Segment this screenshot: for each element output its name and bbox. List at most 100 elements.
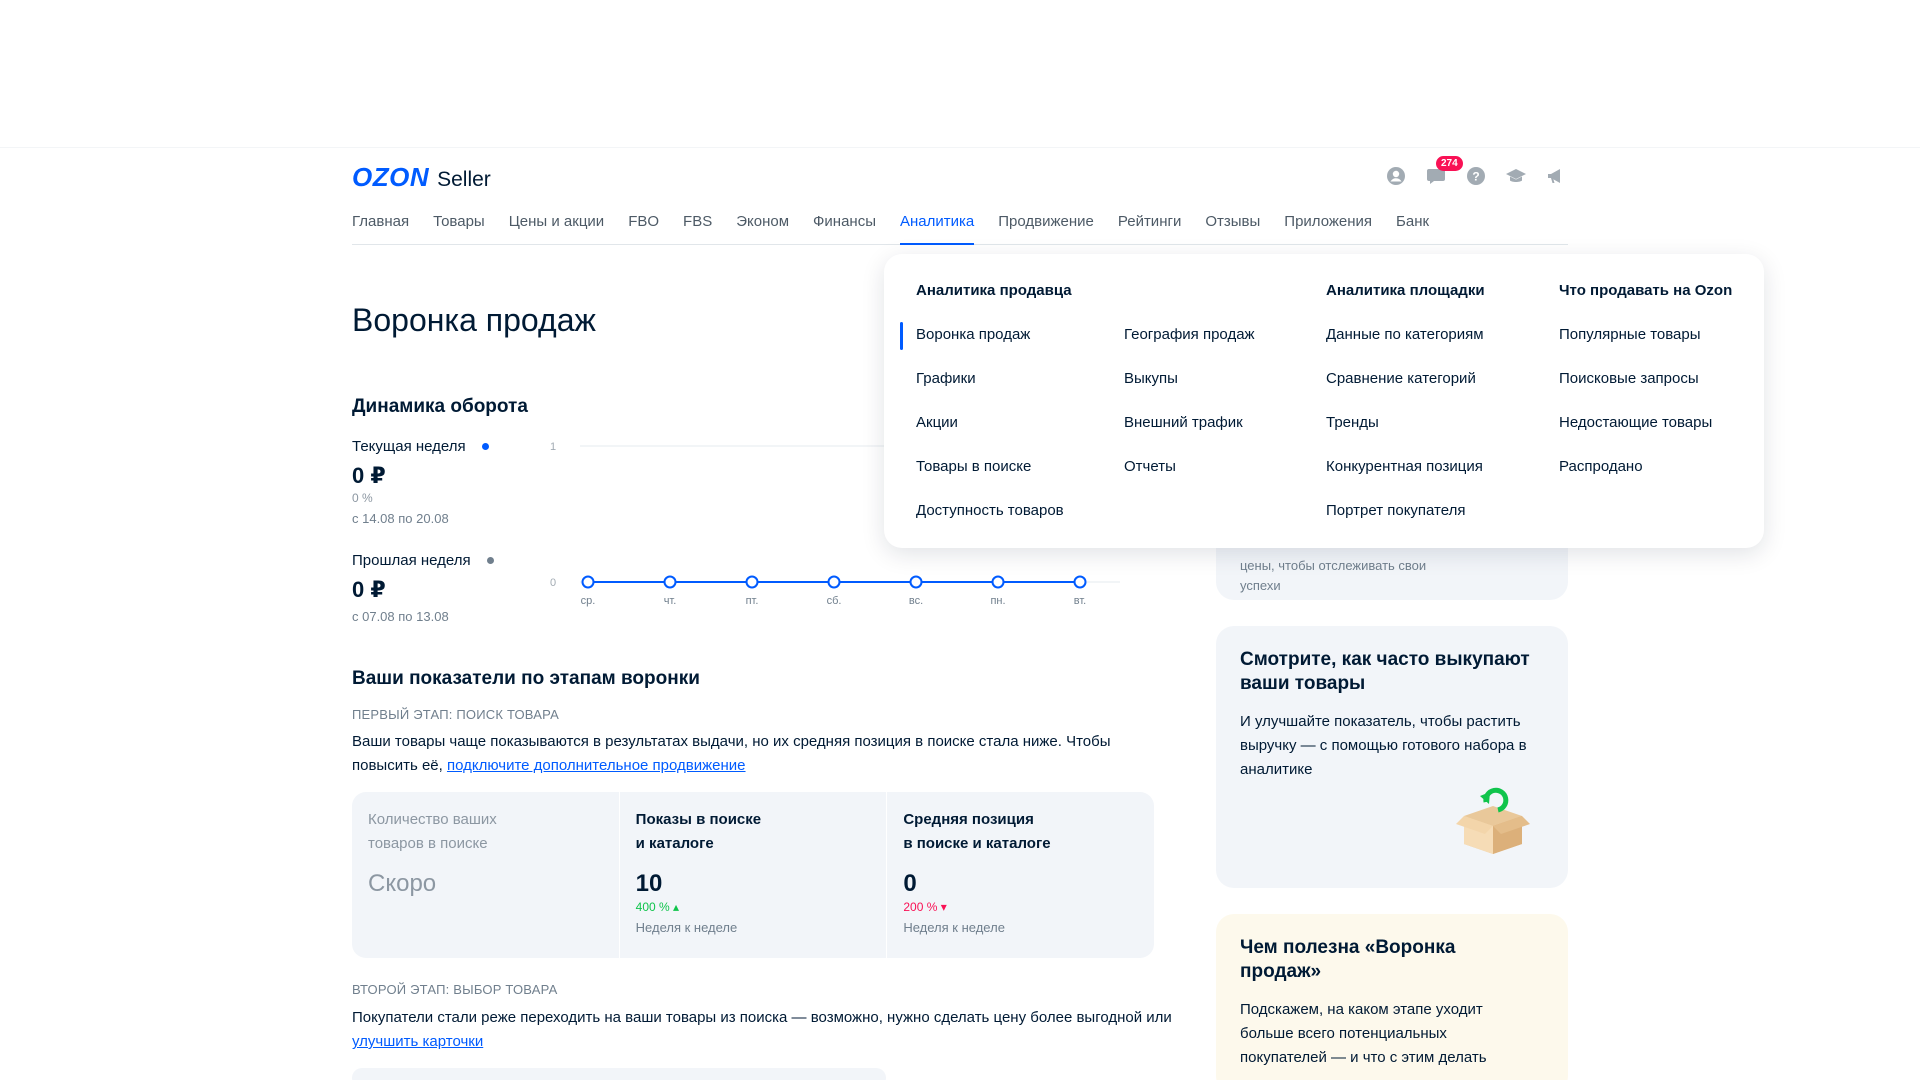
dropdown-what-to-sell-col: Что продавать на Ozon Популярные товары П… <box>1559 282 1732 482</box>
chat-icon[interactable]: 274 <box>1424 156 1463 188</box>
chart-point-3[interactable] <box>827 575 841 589</box>
nav-item-3[interactable]: FBO <box>628 210 659 245</box>
dropdown-what-to-sell-item-3[interactable]: Распродано <box>1559 458 1732 482</box>
metric-position-title-line1: Средняя позиция <box>903 811 1034 828</box>
chart-xtick-label: ср. <box>581 595 596 607</box>
current-week-label: Текущая неделя <box>352 438 466 455</box>
current-week-pct: 0 % <box>352 491 373 505</box>
dropdown-seller-item-1[interactable]: Графики <box>916 370 1072 394</box>
nav-item-4[interactable]: FBS <box>683 210 712 245</box>
chart-point-6[interactable] <box>1073 575 1087 589</box>
metric-position-sub: Неделя к неделе <box>903 920 1005 935</box>
dropdown-platform-col: Аналитика площадки Данные по категориям С… <box>1326 282 1485 526</box>
dropdown-seller-col2: География продаж Выкупы Внешний трафик Отче… <box>1124 282 1255 482</box>
chart-point-0[interactable] <box>581 575 595 589</box>
dropdown-seller-item-4[interactable]: Доступность товаров <box>916 502 1072 526</box>
nav-item-6[interactable]: Финансы <box>813 210 876 245</box>
nav-item-1[interactable]: Товары <box>433 210 485 245</box>
sidebar-card-funnel-info[interactable]: Чем полезна «Воронка продаж» Подскажем, … <box>1216 914 1568 1080</box>
nav-item-12[interactable]: Банк <box>1396 210 1429 245</box>
current-week-legend[interactable]: Текущая неделя 0 ₽ 0 % с 14.08 по 20.08 <box>352 438 512 526</box>
chart-xtick-label: сб. <box>827 595 842 607</box>
nav-item-8[interactable]: Продвижение <box>998 210 1094 245</box>
current-week-value: 0 ₽ <box>352 463 386 488</box>
stage2-description: Покупатели стали реже переходить на ваши… <box>352 1009 1172 1026</box>
nav-item-9[interactable]: Рейтинги <box>1118 210 1181 245</box>
dropdown-what-to-sell-item-1[interactable]: Поисковые запросы <box>1559 370 1732 394</box>
dropdown-platform-item-3[interactable]: Конкурентная позиция <box>1326 458 1485 482</box>
dropdown-platform-item-2[interactable]: Тренды <box>1326 414 1485 438</box>
chart-xtick-label: чт. <box>664 595 677 607</box>
metric-position-delta: 200 % ▾ <box>903 900 947 914</box>
metric-impressions-value: 10 <box>635 870 663 897</box>
announcement-icon[interactable] <box>1544 164 1568 188</box>
dropdown-seller-extra-item-0[interactable]: География продаж <box>1124 326 1255 350</box>
education-icon[interactable] <box>1504 164 1528 188</box>
nav-item-5[interactable]: Эконом <box>736 210 789 245</box>
dropdown-platform-item-0[interactable]: Данные по категориям <box>1326 326 1485 350</box>
chart-xtick-label: пн. <box>990 595 1005 607</box>
metric-position-value: 0 <box>903 870 917 897</box>
funnel-title: Ваши показатели по этапам воронки <box>352 668 700 689</box>
metric-impressions-title: Показы в поиске и каталоге <box>636 808 826 856</box>
dynamics-title: Динамика оборота <box>352 396 528 417</box>
metric-impressions-sub: Неделя к неделе <box>635 920 738 935</box>
dropdown-seller-extra-item-1[interactable]: Выкупы <box>1124 370 1255 394</box>
dropdown-seller-extra-item-2[interactable]: Внешний трафик <box>1124 414 1255 438</box>
previous-week-dot <box>486 557 494 564</box>
dropdown-what-to-sell-item-2[interactable]: Недостающие товары <box>1559 414 1732 438</box>
chart-point-1[interactable] <box>663 575 677 589</box>
seller-col2-spacer <box>1124 282 1255 306</box>
chart-xtick-label: пт. <box>746 595 759 607</box>
nav-item-2[interactable]: Цены и акции <box>509 210 604 245</box>
logo-seller-text: Seller <box>437 168 491 191</box>
chart-ytick-label: 1 <box>550 441 556 453</box>
nav-item-0[interactable]: Главная <box>352 210 409 245</box>
metric-impressions[interactable]: Показы в поиске и каталоге 10 400 % ▴ Не… <box>618 792 887 958</box>
funnel-info-title: Чем полезна «Воронка продаж» <box>1240 937 1456 982</box>
stage1-promotion-link[interactable]: подключите дополнительное продвижение <box>447 757 746 774</box>
stage1-text: Ваши товары чаще показываются в результа… <box>352 730 1172 778</box>
current-week-dot <box>481 443 489 450</box>
metric-products-title-line1: Количество ваших <box>368 811 497 828</box>
dropdown-seller-col1: Аналитика продавца Воронка продаж Графики… <box>916 282 1072 526</box>
nav-item-11[interactable]: Приложения <box>1284 210 1372 245</box>
metric-position-title-line2: в поиске и каталоге <box>903 835 1051 852</box>
ozon-seller-logo[interactable]: OZON Seller <box>352 162 491 193</box>
buyouts-card-text: И улучшайте показатель, чтобы растить вы… <box>1240 713 1527 778</box>
header-icons: 274 ? <box>1384 156 1568 188</box>
metric-position-title: Средняя позиция в поиске и каталоге <box>903 808 1093 856</box>
funnel-info-text: Подскажем, на каком этапе уходит больше … <box>1240 1001 1487 1066</box>
header: OZON Seller 274 ? <box>352 156 1568 196</box>
buyouts-card-title: Смотрите, как часто выкупают ваши товары <box>1240 649 1530 694</box>
previous-week-legend[interactable]: Прошлая неделя 0 ₽ с 07.08 по 13.08 <box>352 552 512 624</box>
chart-point-5[interactable] <box>991 575 1005 589</box>
dropdown-what-to-sell-item-0[interactable]: Популярные товары <box>1559 326 1732 350</box>
platform-analytics-heading: Аналитика площадки <box>1326 282 1485 299</box>
dropdown-platform-item-1[interactable]: Сравнение категорий <box>1326 370 1485 394</box>
dropdown-seller-item-2[interactable]: Акции <box>916 414 1072 438</box>
dropdown-platform-item-4[interactable]: Портрет покупателя <box>1326 502 1485 526</box>
nav-item-7[interactable]: Аналитика <box>900 210 975 245</box>
profile-icon[interactable] <box>1384 164 1408 188</box>
previous-week-label: Прошлая неделя <box>352 552 471 569</box>
previous-week-value: 0 ₽ <box>352 577 386 602</box>
sidebar-card-buyouts[interactable]: Смотрите, как часто выкупают ваши товары… <box>1216 626 1568 888</box>
partial-card-line1: цены, чтобы отслеживать свои <box>1240 558 1427 573</box>
chart-point-2[interactable] <box>745 575 759 589</box>
metric-impressions-delta: 400 % ▴ <box>635 900 680 914</box>
dropdown-seller-item-0[interactable]: Воронка продаж <box>916 326 1072 350</box>
metric-avg-position[interactable]: Средняя позиция в поиске и каталоге 0 20… <box>886 792 1154 958</box>
main-navigation: Главная Товары Цены и акции FBO FBS Эконом Фин… <box>352 210 1568 245</box>
help-icon[interactable]: ? <box>1464 164 1488 188</box>
nav-item-10[interactable]: Отзывы <box>1205 210 1260 245</box>
metric-products-in-search[interactable]: Количество ваших товаров в поиске Скоро <box>352 792 619 958</box>
previous-week-range: с 07.08 по 13.08 <box>352 609 449 624</box>
top-blank-area <box>0 0 1920 148</box>
dropdown-seller-item-3[interactable]: Товары в поиске <box>916 458 1072 482</box>
stage2-label: Второй этап: выбор товара <box>352 982 558 997</box>
page-title: Воронка продаж <box>352 302 596 338</box>
stage2-improve-cards-link[interactable]: улучшить карточки <box>352 1033 483 1050</box>
dropdown-seller-extra-item-3[interactable]: Отчеты <box>1124 458 1255 482</box>
chart-point-4[interactable] <box>909 575 923 589</box>
